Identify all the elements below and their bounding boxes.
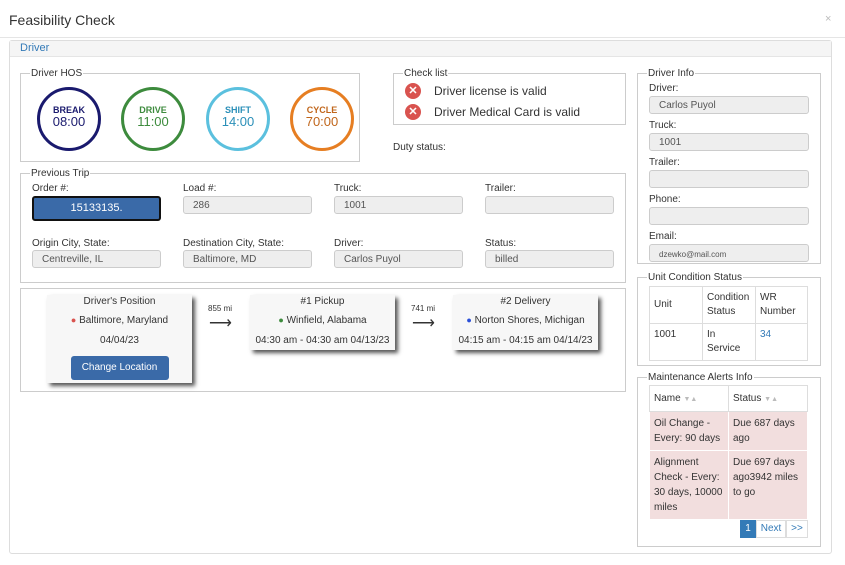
truck-label: Truck:	[334, 183, 362, 194]
table-header: Unit	[649, 286, 703, 324]
origin-field: Centreville, IL	[32, 250, 161, 268]
close-icon[interactable]: ×	[825, 13, 831, 25]
arrow-right-icon: ⟶	[412, 315, 435, 332]
unit-condition-legend: Unit Condition Status	[648, 272, 742, 283]
delivery-time: 04:15 am - 04:15 am 04/14/23	[458, 335, 593, 346]
change-location-button[interactable]: Change Location	[70, 356, 169, 380]
maintenance-table: Name ▼▲ Status ▼▲ Oil Change - Every: 90…	[649, 385, 808, 520]
delivery-title: #2 Delivery	[500, 296, 551, 307]
unit-cell: 1001	[649, 323, 703, 361]
delivery-location: Norton Shores, Michigan	[474, 315, 585, 326]
email-label: Email:	[649, 231, 677, 242]
info-trailer-field	[649, 170, 809, 188]
alert-name-cell: Oil Change - Every: 90 days	[649, 411, 729, 451]
phone-label: Phone:	[649, 194, 681, 205]
leg1-distance: 855 mi	[208, 304, 233, 313]
pickup-time: 04:30 am - 04:30 am 04/13/23	[255, 335, 390, 346]
trailer-label: Trailer:	[485, 183, 516, 194]
condition-cell: In Service	[702, 323, 756, 361]
status-field: billed	[485, 250, 614, 268]
pickup-location: Winfield, Alabama	[286, 315, 367, 326]
table-header: Condition Status	[702, 286, 756, 324]
previous-trip-legend: Previous Trip	[31, 168, 90, 179]
checklist-legend: Check list	[404, 68, 448, 79]
load-field: 286	[183, 196, 312, 214]
order-number-button[interactable]: 15133135.	[32, 196, 161, 221]
sort-icon: ▼▲	[764, 396, 778, 403]
info-truck-label: Truck:	[649, 120, 677, 131]
map-marker-icon: ●	[466, 315, 472, 325]
invalid-x-icon: ✕	[405, 104, 421, 120]
checklist-item: Driver Medical Card is valid	[434, 105, 581, 119]
table-row: 1001 In Service 34	[649, 323, 808, 361]
last-page-button[interactable]: >>	[786, 520, 808, 538]
arrow-right-icon: ⟶	[209, 315, 232, 332]
panel-heading: Driver	[10, 41, 831, 57]
trip-driver-field: Carlos Puyol	[334, 250, 463, 268]
shift-gauge: SHIFT 14:00	[206, 87, 270, 151]
next-page-button[interactable]: Next	[756, 520, 786, 538]
driver-position-card: Driver's Position ● Baltimore, Maryland …	[47, 295, 192, 383]
truck-field: 1001	[334, 196, 463, 214]
maintenance-legend: Maintenance Alerts Info	[648, 372, 753, 383]
table-row: Oil Change - Every: 90 days Due 687 days…	[649, 411, 808, 451]
driver-position-title: Driver's Position	[83, 296, 156, 307]
trip-driver-label: Driver:	[334, 238, 364, 249]
trailer-field	[485, 196, 614, 214]
break-gauge: BREAK 08:00	[37, 87, 101, 151]
delivery-card: #2 Delivery ● Norton Shores, Michigan 04…	[453, 295, 598, 350]
driver-hos-legend: Driver HOS	[31, 68, 83, 79]
wr-number-link[interactable]: 34	[755, 323, 808, 361]
cycle-gauge: CYCLE 70:00	[290, 87, 354, 151]
alert-status-cell: Due 697 days ago3942 miles to go	[728, 450, 808, 520]
phone-field	[649, 207, 809, 225]
invalid-x-icon: ✕	[405, 83, 421, 99]
driver-info-legend: Driver Info	[648, 68, 695, 79]
alert-name-cell: Alignment Check - Every: 30 days, 10000 …	[649, 450, 729, 520]
driver-position-location: Baltimore, Maryland	[79, 315, 169, 326]
table-header-row: Unit Condition Status WR Number	[649, 286, 808, 324]
table-row: Alignment Check - Every: 30 days, 10000 …	[649, 450, 808, 520]
table-header-row: Name ▼▲ Status ▼▲	[649, 385, 808, 412]
destination-label: Destination City, State:	[183, 238, 284, 249]
load-label: Load #:	[183, 183, 217, 194]
driver-tab[interactable]: Driver	[20, 42, 49, 54]
sort-icon: ▼▲	[683, 396, 698, 403]
table-header: WR Number	[755, 286, 808, 324]
driver-position-date: 04/04/23	[100, 335, 139, 346]
checklist-item: Driver license is valid	[434, 84, 547, 98]
drive-gauge: DRIVE 11:00	[121, 87, 185, 151]
info-truck-field: 1001	[649, 133, 809, 151]
driver-label: Driver:	[649, 83, 679, 94]
pickup-card: #1 Pickup ● Winfield, Alabama 04:30 am -…	[250, 295, 395, 350]
leg2-distance: 741 mi	[411, 304, 436, 313]
alert-status-cell: Due 687 days ago	[728, 411, 808, 451]
map-marker-icon: ●	[278, 315, 284, 325]
page-1-button[interactable]: 1	[740, 520, 756, 538]
duty-status-label: Duty status:	[393, 142, 446, 153]
pickup-title: #1 Pickup	[300, 296, 345, 307]
destination-field: Baltimore, MD	[183, 250, 312, 268]
origin-label: Origin City, State:	[32, 238, 110, 249]
map-marker-icon: ●	[70, 315, 77, 325]
unit-condition-table: Unit Condition Status WR Number 1001 In …	[649, 286, 808, 361]
order-label: Order #:	[32, 183, 69, 194]
status-label: Status:	[485, 238, 517, 249]
status-column-header[interactable]: Status ▼▲	[728, 385, 808, 412]
info-trailer-label: Trailer:	[649, 157, 680, 168]
driver-field: Carlos Puyol	[649, 96, 809, 114]
modal-title: Feasibility Check	[9, 12, 115, 28]
header-divider	[0, 37, 845, 38]
email-field: dzewko@mail.com	[649, 244, 809, 262]
name-column-header[interactable]: Name ▼▲	[649, 385, 729, 412]
